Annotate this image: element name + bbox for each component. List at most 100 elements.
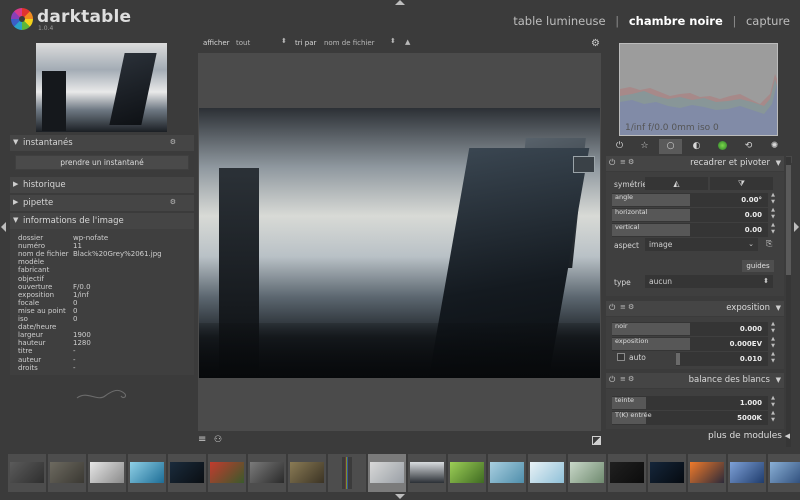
overexposure-toggle-icon[interactable] (592, 436, 601, 445)
black-level-slider[interactable]: noir 0.000 ▲ ▼ (612, 321, 775, 336)
info-row: objectif (18, 275, 194, 283)
correct-icon[interactable]: ⟲ (737, 139, 760, 154)
module-header-image-information[interactable]: ▼ informations de l'image (10, 213, 194, 229)
sort-direction-icon[interactable]: ▲ (405, 38, 410, 46)
right-panel: 1/inf f/0.0 0mm iso 0 ⏻ ☆ ○ ◐ ⟲ ✺ ⏻ ≡ ⚙ … (606, 37, 792, 449)
filmstrip-thumbnail[interactable] (8, 454, 46, 492)
module-header-snapshots[interactable]: ▼ instantanés ⚙ (10, 135, 194, 151)
show-filter-updown-icon[interactable]: ⬍ (281, 37, 287, 45)
filmstrip-thumbnail[interactable] (88, 454, 126, 492)
collapse-right-arrow-icon[interactable] (794, 222, 799, 232)
info-key: exposition (18, 290, 55, 299)
multi-instance-icon[interactable]: ≡ (620, 375, 626, 383)
flip-vertical-button[interactable]: ⧩ (710, 177, 773, 190)
filmstrip-thumbnail[interactable] (208, 454, 246, 492)
module-header-history[interactable]: ▶ historique (10, 177, 194, 193)
updown-icon: ⬍ (763, 277, 769, 285)
view-tethering[interactable]: capture (746, 14, 790, 28)
module-power-icon[interactable]: ⏻ (609, 158, 615, 168)
filmstrip[interactable] (0, 451, 800, 494)
more-modules-expander[interactable]: plus de modules ◀ (606, 430, 792, 444)
presets-icon[interactable]: ⚙ (628, 158, 634, 166)
info-row: hauteur 1280 (18, 339, 194, 347)
filmstrip-thumbnail[interactable] (608, 454, 646, 492)
type-combo[interactable]: aucun ⬍ (645, 275, 773, 288)
multi-instance-icon[interactable]: ≡ (620, 158, 626, 166)
exposure-slider[interactable]: exposition 0.000EV ▲ ▼ (612, 336, 775, 351)
view-darkroom[interactable]: chambre noire (629, 14, 723, 28)
filmstrip-thumbnail[interactable] (728, 454, 766, 492)
filmstrip-thumbnail[interactable] (448, 454, 486, 492)
auto-checkbox[interactable] (617, 353, 625, 361)
filmstrip-thumbnail[interactable] (688, 454, 726, 492)
image-canvas[interactable] (198, 53, 601, 431)
filmstrip-thumbnail[interactable] (48, 454, 86, 492)
filmstrip-thumbnail[interactable] (528, 454, 566, 492)
circle-icon[interactable]: ○ (659, 139, 682, 154)
thumbnail-image (170, 462, 204, 483)
module-title: recadrer et pivoter (690, 158, 770, 168)
collapse-top-arrow-icon[interactable] (395, 0, 405, 5)
show-filter-combo[interactable]: tout (236, 39, 250, 47)
module-header-white-balance[interactable]: ⏻ ≡ ⚙ balance des blancs ▼ (606, 373, 784, 388)
info-key: numéro (18, 242, 46, 251)
filmstrip-thumbnail[interactable] (568, 454, 606, 492)
thumbnail-image (250, 462, 284, 483)
main-photo[interactable] (199, 108, 600, 378)
view-separator: | (615, 14, 620, 28)
scrollbar-thumb[interactable] (786, 165, 791, 275)
presets-icon[interactable]: ⚙ (628, 303, 634, 311)
sort-by-updown-icon[interactable]: ⬍ (390, 37, 396, 45)
view-lighttable[interactable]: table lumineuse (513, 14, 605, 28)
horizontal-slider[interactable]: horizontal 0.00 ▲ ▼ (612, 207, 775, 222)
take-snapshot-button[interactable]: prendre un instantané (15, 155, 189, 170)
info-row: droits - (18, 364, 194, 372)
vertical-slider[interactable]: vertical 0.00 ▲ ▼ (612, 222, 775, 237)
auto-percentile-slider[interactable]: 0.010 ▲ ▼ (676, 351, 775, 366)
aspect-combo[interactable]: image ⌄ (645, 238, 758, 251)
tint-slider[interactable]: teinte 1.000 ▲ ▼ (612, 395, 775, 410)
filmstrip-thumbnail[interactable] (368, 454, 406, 492)
module-title: informations de l'image (23, 216, 124, 226)
flip-horizontal-button[interactable]: ◭ (645, 177, 708, 190)
filmstrip-thumbnail[interactable] (248, 454, 286, 492)
effect-icon[interactable]: ✺ (763, 139, 786, 154)
filmstrip-thumbnail[interactable] (328, 454, 366, 492)
filmstrip-thumbnail[interactable] (168, 454, 206, 492)
aspect-swap-icon[interactable]: ⎘ (766, 239, 772, 249)
module-title: exposition (726, 303, 770, 313)
filmstrip-thumbnail[interactable] (768, 454, 800, 492)
color-picker-icon[interactable]: ⚇ (214, 435, 222, 445)
sort-by-combo[interactable]: nom de fichier (324, 39, 375, 47)
filmstrip-thumbnail[interactable] (408, 454, 446, 492)
module-header-crop-rotate[interactable]: ⏻ ≡ ⚙ recadrer et pivoter ▼ (606, 156, 784, 171)
angle-slider[interactable]: angle 0.00° ▲ ▼ (612, 192, 775, 207)
presets-icon[interactable]: ⚙ (170, 198, 176, 206)
sort-label: tri par (295, 39, 317, 47)
filmstrip-thumbnail[interactable] (648, 454, 686, 492)
star-icon[interactable]: ☆ (633, 139, 656, 154)
presets-icon[interactable]: ⚙ (170, 138, 176, 146)
guides-button[interactable]: guides (742, 260, 774, 272)
temperature-in-slider[interactable]: T(K) entrée 5000K ▲ ▼ (612, 410, 775, 425)
filmstrip-thumbnail[interactable] (128, 454, 166, 492)
scrollbar[interactable] (786, 157, 791, 447)
collapse-left-arrow-icon[interactable] (1, 222, 6, 232)
multi-instance-icon[interactable]: ≡ (620, 303, 626, 311)
collapse-bottom-arrow-icon[interactable] (395, 494, 405, 499)
filmstrip-thumbnail[interactable] (488, 454, 526, 492)
module-header-pipette[interactable]: ▶ pipette ⚙ (10, 195, 194, 211)
color-icon[interactable] (711, 139, 734, 154)
navigation-preview[interactable] (36, 43, 167, 132)
presets-icon[interactable]: ⚙ (628, 375, 634, 383)
styles-menu-icon[interactable]: ≡ (198, 434, 206, 445)
module-power-icon[interactable]: ⏻ (609, 303, 615, 313)
module-title: pipette (23, 198, 54, 208)
power-icon[interactable]: ⏻ (608, 139, 631, 154)
module-header-exposure[interactable]: ⏻ ≡ ⚙ exposition ▼ (606, 301, 784, 316)
filmstrip-thumbnail[interactable] (288, 454, 326, 492)
gear-icon[interactable]: ⚙ (591, 38, 600, 49)
module-power-icon[interactable]: ⏻ (609, 375, 615, 385)
half-circle-icon[interactable]: ◐ (685, 139, 708, 154)
histogram[interactable]: 1/inf f/0.0 0mm iso 0 (619, 43, 778, 136)
